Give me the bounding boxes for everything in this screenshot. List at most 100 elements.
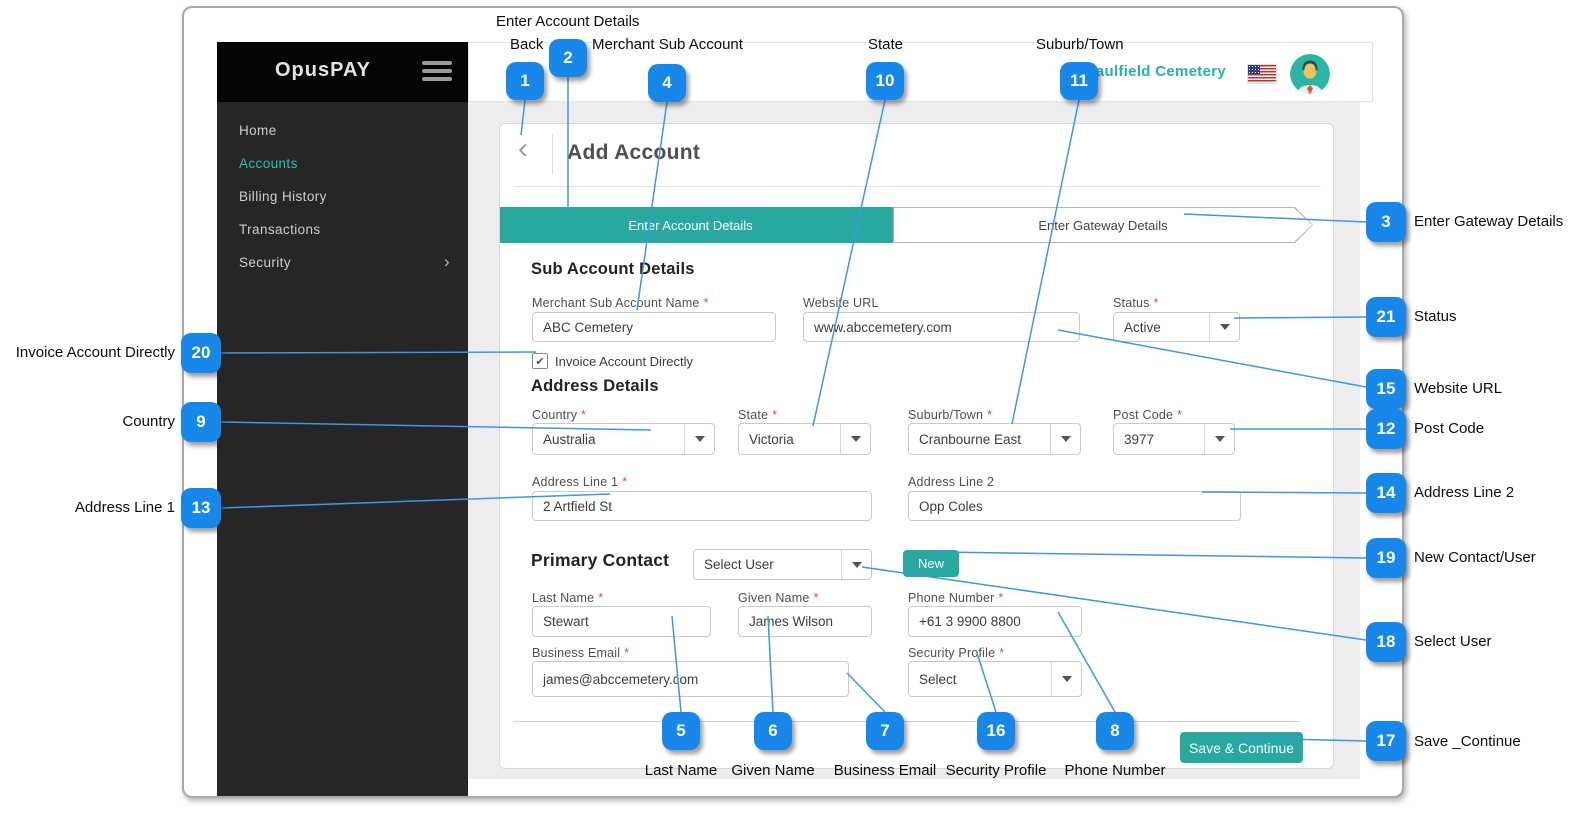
title-divider (552, 134, 553, 174)
callout-18: 18 (1366, 622, 1406, 662)
last-name-input[interactable] (532, 606, 711, 637)
select-user-value: Select User (694, 557, 841, 572)
select-user-dropdown[interactable]: Select User (693, 549, 872, 580)
callout-label-given-name: Given Name (731, 762, 814, 779)
website-url-label: Website URL (803, 296, 879, 310)
address2-input[interactable] (908, 491, 1241, 521)
callout-label-back: Back (510, 36, 543, 53)
address1-input[interactable] (532, 491, 872, 521)
callout-8: 8 (1096, 712, 1134, 750)
status-select[interactable]: Active (1113, 312, 1240, 342)
user-avatar[interactable] (1290, 54, 1330, 94)
callout-11: 11 (1060, 62, 1098, 100)
sidebar-item-label: Security (239, 255, 291, 270)
callout-4: 4 (648, 64, 686, 102)
callout-label-post-code: Post Code (1414, 420, 1484, 437)
phone-number-input[interactable] (908, 606, 1082, 637)
us-flag-icon[interactable] (1248, 65, 1276, 83)
callout-label-invoice-account-directly: Invoice Account Directly (8, 344, 175, 361)
chevron-down-icon (684, 424, 714, 454)
chevron-down-icon (1204, 424, 1234, 454)
hamburger-menu-icon[interactable] (422, 61, 452, 83)
invoice-directly-label: Invoice Account Directly (555, 354, 693, 369)
callout-1: 1 (506, 62, 544, 100)
check-icon: ✔ (535, 355, 544, 368)
suburb-value: Cranbourne East (909, 432, 1050, 447)
post-code-label: Post Code* (1113, 408, 1182, 422)
address2-label: Address Line 2 (908, 475, 994, 489)
callout-14: 14 (1366, 473, 1406, 513)
state-label: State* (738, 408, 777, 422)
merchant-name-label: Merchant Sub Account Name* (532, 296, 709, 310)
callout-10: 10 (866, 62, 904, 100)
callout-3: 3 (1366, 202, 1406, 242)
chevron-down-icon (1050, 424, 1080, 454)
chevron-down-icon (1209, 313, 1239, 341)
country-select[interactable]: Australia (532, 423, 715, 455)
callout-label-new-contact-user: New Contact/User (1414, 549, 1536, 566)
business-email-input[interactable] (532, 661, 849, 697)
business-email-label: Business Email* (532, 646, 629, 660)
tab-enter-account-details[interactable]: Enter Account Details (500, 207, 911, 243)
state-select[interactable]: Victoria (738, 423, 871, 455)
back-button[interactable]: ‹ (518, 132, 528, 166)
header-divider (514, 186, 1321, 187)
invoice-directly-checkbox[interactable]: ✔ (532, 353, 548, 369)
callout-label-select-user: Select User (1414, 633, 1492, 650)
page-title: Add Account (567, 141, 700, 165)
post-code-value: 3977 (1114, 432, 1204, 447)
tab-label: Enter Gateway Details (1038, 218, 1167, 233)
suburb-label: Suburb/Town* (908, 408, 992, 422)
tab-enter-gateway-details[interactable]: Enter Gateway Details (893, 207, 1313, 243)
sidebar: OpusPAY Home Accounts Billing History Tr… (217, 42, 468, 796)
sidebar-item-security[interactable]: Security › (217, 246, 468, 279)
new-contact-button[interactable]: New (903, 550, 959, 577)
country-value: Australia (533, 432, 684, 447)
callout-19: 19 (1366, 538, 1406, 578)
callout-12: 12 (1366, 409, 1406, 449)
brand-logo: OpusPAY (275, 59, 371, 82)
footer-divider (513, 721, 1300, 722)
callout-label-phone-number: Phone Number (1065, 762, 1166, 779)
state-value: Victoria (739, 432, 840, 447)
callout-label-enter-account-details: Enter Account Details (496, 13, 639, 30)
callout-label-save-continue: Save _Continue (1414, 733, 1521, 750)
sidebar-header: OpusPAY (217, 42, 468, 102)
callout-label-last-name: Last Name (645, 762, 718, 779)
sidebar-nav: Home Accounts Billing History Transactio… (217, 114, 468, 279)
save-continue-button[interactable]: Save & Continue (1180, 732, 1303, 763)
callout-15: 15 (1366, 369, 1406, 409)
callout-label-security-profile: Security Profile (946, 762, 1047, 779)
callout-6: 6 (754, 712, 792, 750)
merchant-name-input[interactable] (532, 312, 776, 342)
phone-number-label: Phone Number* (908, 591, 1004, 605)
security-profile-value: Select (909, 672, 1051, 687)
content-area: ‹ Add Account Enter Account Details Ente… (468, 102, 1360, 779)
chevron-down-icon (1051, 662, 1081, 696)
sidebar-item-accounts[interactable]: Accounts (217, 147, 468, 180)
callout-16: 16 (977, 712, 1015, 750)
flag-canton (1248, 65, 1260, 74)
callout-9: 9 (181, 402, 221, 442)
callout-label-country: Country (8, 413, 175, 430)
section-heading-primary-contact: Primary Contact (531, 550, 669, 571)
sidebar-item-home[interactable]: Home (217, 114, 468, 147)
section-heading-address: Address Details (531, 377, 659, 396)
app-window: OpusPAY Home Accounts Billing History Tr… (182, 6, 1404, 798)
given-name-label: Given Name* (738, 591, 819, 605)
website-url-input[interactable] (803, 312, 1080, 342)
callout-label-website-url: Website URL (1414, 380, 1502, 397)
sidebar-item-billing-history[interactable]: Billing History (217, 180, 468, 213)
sidebar-item-transactions[interactable]: Transactions (217, 213, 468, 246)
chevron-down-icon (840, 424, 870, 454)
address1-label: Address Line 1* (532, 475, 627, 489)
post-code-select[interactable]: 3977 (1113, 423, 1235, 455)
security-profile-select[interactable]: Select (908, 661, 1082, 697)
suburb-select[interactable]: Cranbourne East (908, 423, 1081, 455)
tab-label: Enter Account Details (628, 218, 752, 233)
callout-label-state: State (868, 36, 903, 53)
callout-7: 7 (866, 712, 904, 750)
callout-label-enter-gateway-details: Enter Gateway Details (1414, 213, 1563, 230)
given-name-input[interactable] (738, 606, 872, 637)
chevron-down-icon (841, 550, 871, 579)
